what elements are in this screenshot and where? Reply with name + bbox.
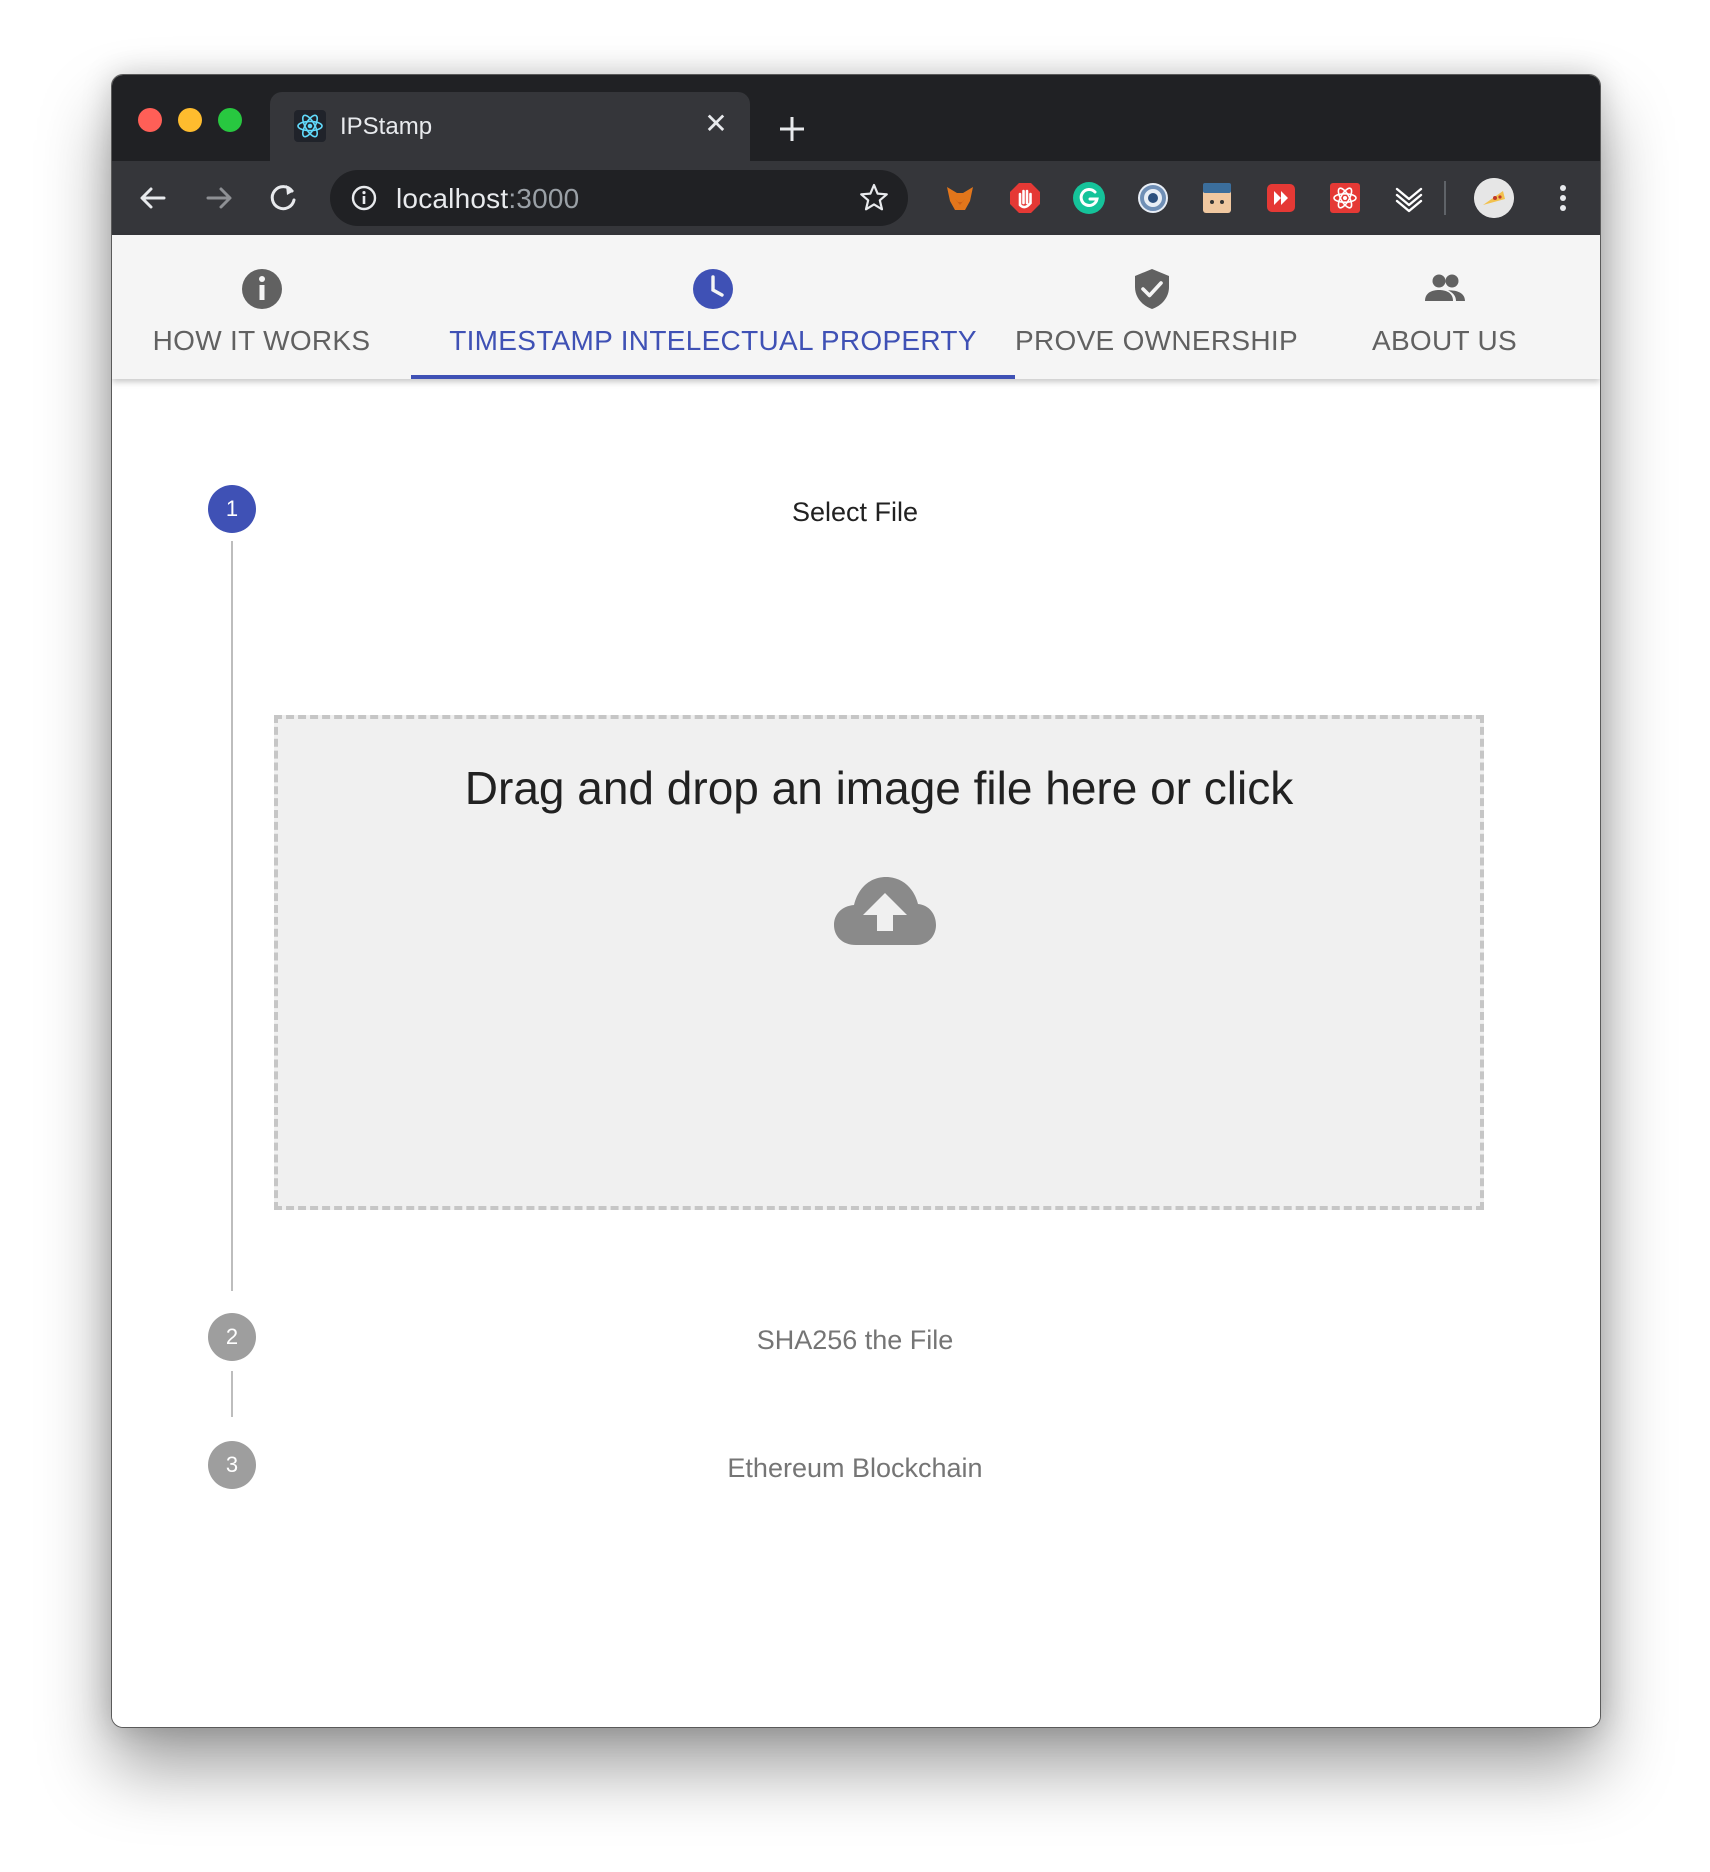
minimize-window-button[interactable]	[178, 108, 202, 132]
react-devtools-extension-icon[interactable]	[1328, 181, 1362, 215]
browser-toolbar: localhost:3000	[112, 161, 1600, 235]
tab-label: HOW IT WORKS	[152, 325, 371, 356]
new-tab-icon[interactable]	[772, 109, 812, 149]
toolbar-divider	[1444, 181, 1446, 215]
people-icon	[1424, 274, 1465, 301]
site-info-icon[interactable]	[350, 184, 378, 212]
active-tab-indicator	[411, 375, 1015, 379]
grammarly-extension-icon[interactable]	[1072, 181, 1106, 215]
step-2-label: SHA256 the File	[756, 1325, 954, 1355]
close-window-button[interactable]	[138, 108, 162, 132]
clock-icon	[693, 269, 733, 309]
tab-title: IPStamp	[340, 113, 433, 140]
back-arrow-icon[interactable]	[134, 179, 172, 217]
react-favicon-icon	[294, 110, 326, 142]
browser-window: IPStamp ✕ localhost:3000 HOW IT WORKS TI…	[111, 74, 1601, 1728]
reload-icon[interactable]	[264, 179, 302, 217]
cloud-upload-icon	[834, 877, 936, 945]
tab-label: ABOUT US	[1371, 325, 1518, 356]
info-icon	[241, 269, 282, 309]
step-1-label: Select File	[791, 497, 919, 527]
profile-avatar[interactable]	[1474, 178, 1514, 218]
url-port: :3000	[508, 183, 580, 214]
forward-arrow-icon[interactable]	[200, 179, 238, 217]
tab-label: PROVE OWNERSHIP	[1015, 325, 1298, 356]
tab-label: TIMESTAMP INTELECTUAL PROPERTY	[449, 325, 977, 356]
metamask-extension-icon[interactable]	[943, 181, 977, 215]
layers-extension-icon[interactable]	[1392, 181, 1426, 215]
app-navigation-tabs: HOW IT WORKS TIMESTAMP INTELECTUAL PROPE…	[112, 235, 1600, 379]
dropzone-text: Drag and drop an image file here or clic…	[464, 762, 1294, 814]
forward-extension-icon[interactable]	[1264, 181, 1298, 215]
maximize-window-button[interactable]	[218, 108, 242, 132]
tab-timestamp-ip[interactable]: TIMESTAMP INTELECTUAL PROPERTY	[411, 235, 1015, 379]
tab-how-it-works[interactable]: HOW IT WORKS	[112, 235, 411, 379]
face-extension-icon[interactable]	[1200, 181, 1234, 215]
step-3-number: 3	[208, 1441, 256, 1489]
more-menu-icon[interactable]	[1546, 181, 1580, 215]
tab-about-us[interactable]: ABOUT US	[1289, 235, 1600, 379]
cache-extension-icon[interactable]	[1136, 181, 1170, 215]
url-text: localhost:3000	[396, 183, 579, 215]
app-content: HOW IT WORKS TIMESTAMP INTELECTUAL PROPE…	[112, 235, 1600, 1727]
tab-prove-ownership[interactable]: PROVE OWNERSHIP	[1015, 235, 1298, 379]
step-3-label: Ethereum Blockchain	[727, 1453, 983, 1483]
file-dropzone[interactable]: Drag and drop an image file here or clic…	[274, 715, 1484, 1210]
bookmark-star-icon[interactable]	[858, 182, 890, 214]
url-host: localhost	[396, 183, 509, 214]
browser-titlebar: IPStamp ✕	[112, 75, 1600, 161]
verified-shield-icon	[1135, 269, 1169, 309]
address-bar[interactable]: localhost:3000	[330, 170, 908, 226]
step-connector	[231, 541, 233, 1291]
tab-close-icon[interactable]: ✕	[700, 108, 732, 140]
browser-tab[interactable]: IPStamp ✕	[270, 92, 750, 161]
step-connector	[231, 1371, 233, 1417]
adblock-extension-icon[interactable]	[1008, 181, 1042, 215]
step-1-number: 1	[208, 485, 256, 533]
step-2-number: 2	[208, 1313, 256, 1361]
